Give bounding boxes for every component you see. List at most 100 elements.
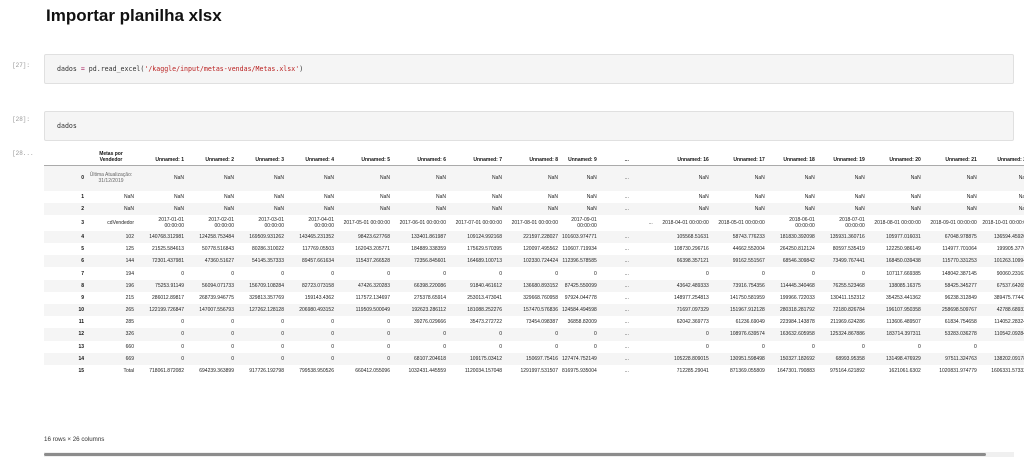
table-cell: 97924.044778	[564, 294, 597, 301]
dataframe-output[interactable]: Metas por Vendedor Unnamed: 1 Unnamed: 2 Un…	[44, 146, 1024, 444]
table-cell: 124584.494598	[562, 307, 597, 314]
table-row: 6 144 72301.437981 47360.51627 54145.357333 8…	[44, 255, 1024, 268]
table-cell: 199966.722033	[780, 294, 815, 301]
table-row: 15 Total 718061.872082 694239.363899 917726.…	[44, 365, 1024, 377]
table-cell: 799538.950526	[299, 368, 334, 375]
dataframe-shape: 16 rows × 26 columns	[44, 436, 105, 443]
table-cell: 136680.893152	[523, 282, 558, 289]
code-dados[interactable]: dados	[45, 112, 1013, 140]
table-cell: 127474.752149	[562, 355, 597, 362]
table-cell: 718061.872082	[149, 368, 184, 375]
table-cell: 0	[705, 270, 709, 277]
table-cell: 61236.69049	[735, 319, 765, 326]
row-index: 6	[81, 258, 84, 265]
table-cell: 97511.324763	[945, 355, 977, 362]
table-cell: 117769.05503	[302, 246, 334, 253]
table-cell: NaN	[173, 193, 184, 200]
code-cell-read-excel[interactable]: dados = pd.read_excel('/kaggle/input/met…	[44, 54, 1014, 84]
table-cell: 68993.95358	[835, 355, 865, 362]
code-string: '/kaggle/input/metas-vendas/Metas.xlsx'	[144, 65, 300, 73]
table-cell: 2017-06-01 00:00:00	[399, 219, 446, 226]
horizontal-scrollbar-thumb[interactable]	[44, 453, 986, 456]
row-index: 13	[78, 343, 84, 350]
table-cell: 196107.950358	[886, 307, 921, 314]
table-cell: 122250.986149	[886, 246, 921, 253]
code-read-excel[interactable]: dados = pd.read_excel('/kaggle/input/met…	[45, 55, 1013, 83]
column-header: Unnamed: 4	[305, 157, 334, 163]
table-cell: NaN	[323, 205, 334, 212]
table-cell: NaN	[223, 193, 234, 200]
table-cell: NaN	[491, 175, 502, 182]
column-header: Unnamed: 20	[889, 157, 921, 163]
table-cell: 211969.624286	[830, 319, 865, 326]
table-cell: 0	[181, 331, 184, 338]
table-cell: 36858.82009	[567, 319, 597, 326]
code-close-paren: )	[299, 65, 304, 73]
table-cell: 80597.535419	[832, 246, 865, 253]
table-cell: 253013.473041	[467, 294, 502, 301]
column-header: Unnamed: 6	[417, 157, 446, 163]
table-cell: 42788.689325	[996, 307, 1024, 314]
row-index: 5	[81, 246, 84, 253]
table-cell: NaN	[435, 193, 446, 200]
ellipsis-cell: ...	[624, 282, 629, 289]
table-cell: 80286.310022	[252, 246, 284, 253]
table-cell: 156709.108284	[249, 282, 284, 289]
table-cell: NaN	[379, 205, 390, 212]
table-row: 14 669 0 0 0 0 0 68107.204618 109175.03412 150697…	[44, 352, 1024, 365]
table-cell: NaN	[586, 205, 597, 212]
code-cell-dados[interactable]: dados	[44, 111, 1014, 141]
table-row: 11 285 0 0 0 0 0 39276.029666 35473.272722 73454.…	[44, 316, 1024, 328]
column-header: Unnamed: 1	[155, 157, 184, 163]
code-operator: =	[76, 65, 89, 73]
table-cell: NaN	[966, 205, 977, 212]
code-var: dados	[57, 122, 77, 130]
table-cell: 150327.182692	[780, 355, 815, 362]
table-cell: 0	[387, 343, 390, 350]
table-cell: 68546.309842	[782, 258, 815, 265]
table-cell: 82723.073158	[302, 282, 334, 289]
table-cell: 223984.143878	[780, 319, 815, 326]
table-cell: 143465.231352	[299, 233, 334, 240]
ellipsis-cell: ...	[624, 343, 629, 350]
table-cell: NaN	[547, 175, 558, 182]
table-cell: 264250.812124	[780, 246, 815, 253]
table-cell: 98423.627768	[358, 233, 390, 240]
code-var: dados	[57, 65, 77, 73]
table-cell: 159143.4362	[304, 294, 334, 301]
table-cell: NaN	[173, 175, 184, 182]
table-cell: 130411.152312	[830, 294, 865, 301]
table-cell: cdVendedor	[107, 219, 134, 226]
table-cell: 1032431.445559	[408, 368, 446, 375]
table-cell: NaN	[910, 175, 921, 182]
table-cell: 0	[231, 343, 234, 350]
table-cell: NaN	[910, 193, 921, 200]
table-cell: 0	[331, 355, 334, 362]
table-cell: 113606.489507	[886, 319, 921, 326]
row-index: 12	[78, 331, 84, 338]
table-cell: 0	[761, 343, 765, 350]
table-cell: 0	[281, 343, 284, 350]
table-cell: 125324.867886	[830, 331, 865, 338]
table-cell: 66398.220086	[414, 282, 446, 289]
table-cell: 2017-09-01 00:00:00	[571, 216, 597, 229]
table-cell: 72180.826784	[832, 307, 865, 314]
table-cell: 109175.03412	[470, 355, 502, 362]
table-cell: 89457.661634	[302, 258, 334, 265]
table-cell: 669	[125, 355, 134, 362]
table-cell: 150697.75416	[526, 355, 558, 362]
table-cell: 66398.357121	[676, 258, 709, 265]
table-cell: 2018-08-01 00:00:00	[874, 219, 921, 226]
table-cell: NaN	[854, 205, 865, 212]
table-cell: 0	[387, 270, 390, 277]
table-cell: 0	[231, 331, 234, 338]
table-cell: 110542.092849	[994, 331, 1024, 338]
table-cell: 0	[331, 331, 334, 338]
table-cell: 102330.724424	[523, 258, 558, 265]
row-index: 4	[81, 233, 84, 240]
table-cell: 0	[281, 355, 284, 362]
table-cell: 67048.978875	[944, 233, 977, 240]
table-cell: 192623.286112	[411, 307, 446, 314]
table-cell: 0	[811, 270, 815, 277]
table-cell: NaN	[273, 175, 284, 182]
